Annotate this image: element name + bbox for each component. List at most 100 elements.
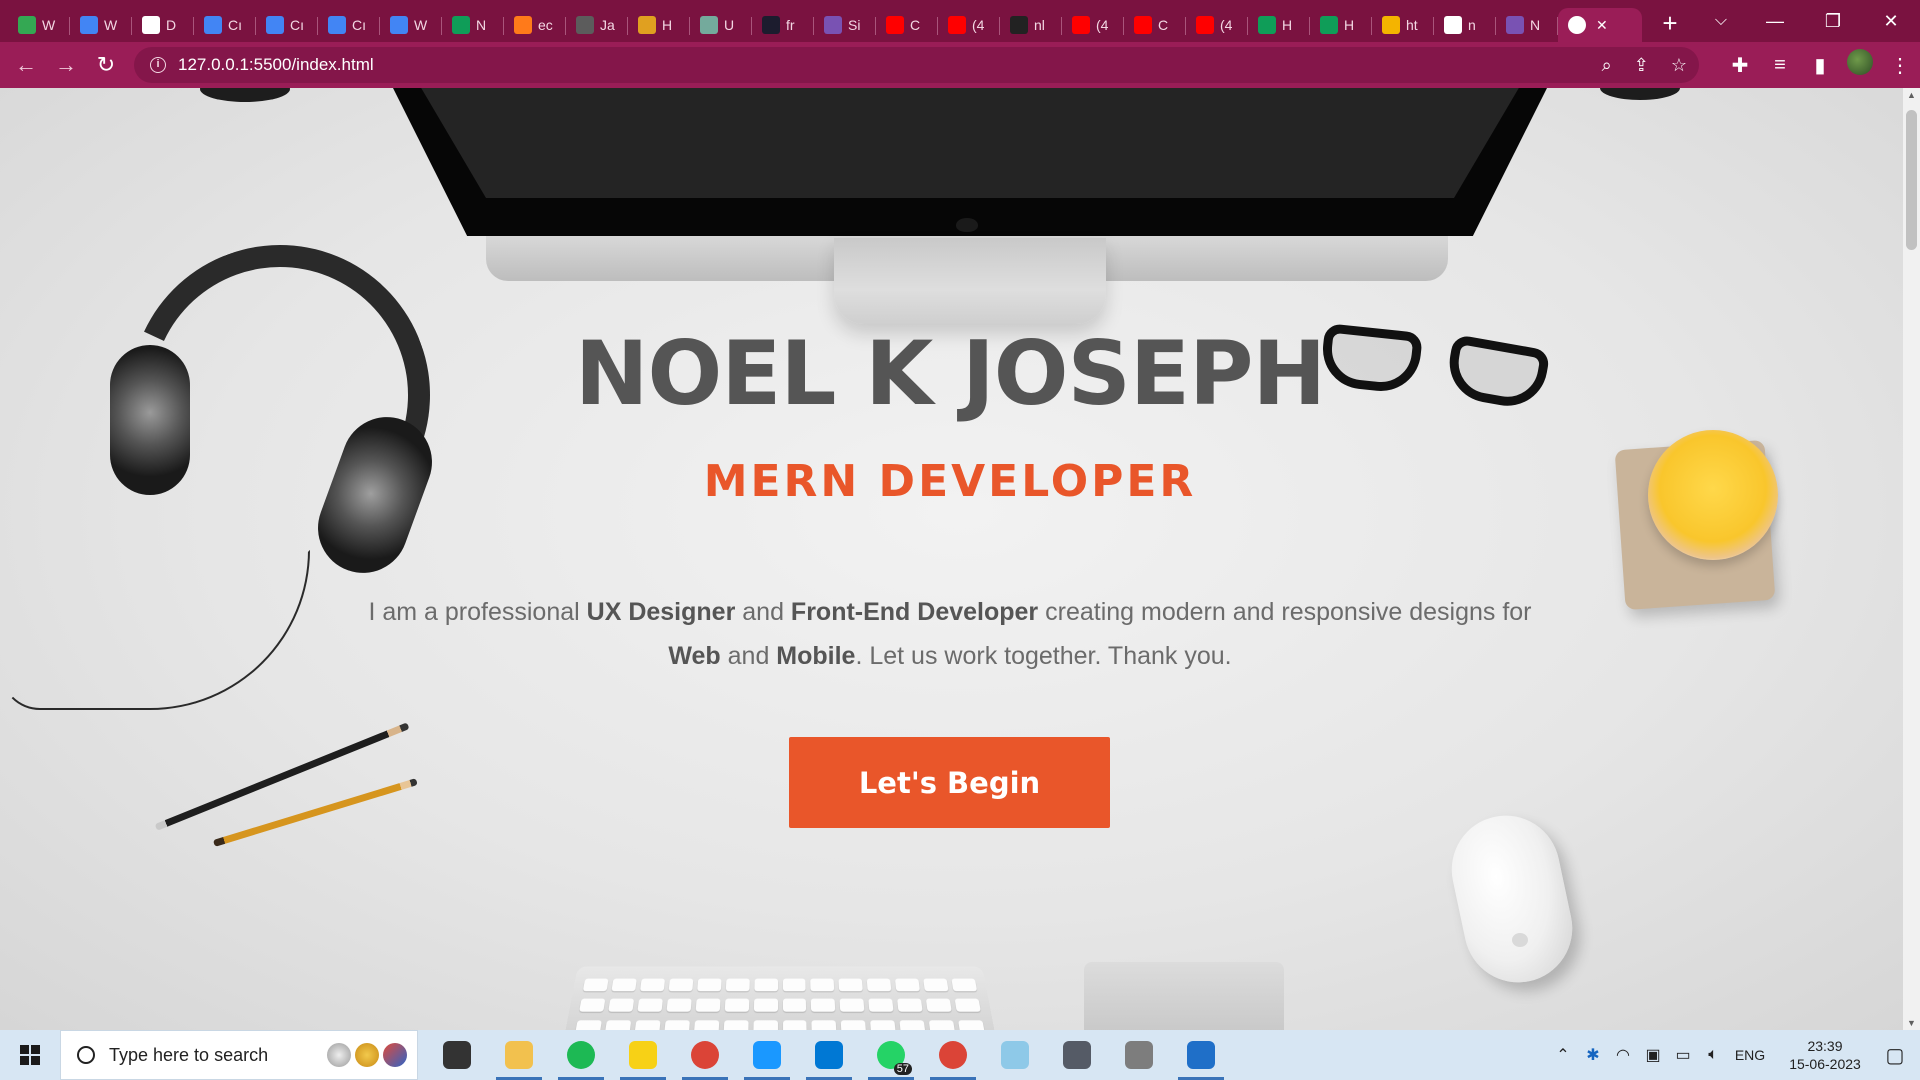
restore-icon[interactable]: ❐: [1804, 11, 1862, 32]
hero-desc-text: and: [720, 642, 777, 670]
tab-active[interactable]: ✕: [1558, 8, 1642, 42]
clock-time: 23:39: [1807, 1038, 1843, 1054]
browser-tab[interactable]: Cı: [318, 8, 380, 42]
keyboard-key: [868, 998, 894, 1013]
minimize-icon[interactable]: —: [1746, 11, 1804, 32]
taskbar-app[interactable]: [1046, 1030, 1108, 1080]
tab-title: fr: [786, 17, 795, 33]
tab-search-icon[interactable]: ⌵: [1696, 12, 1746, 30]
browser-tab[interactable]: C: [876, 8, 938, 42]
browser-tab[interactable]: fr: [752, 8, 814, 42]
browser-tab[interactable]: (4: [1186, 8, 1248, 42]
browser-tab[interactable]: nl: [1000, 8, 1062, 42]
browser-tab[interactable]: D: [132, 8, 194, 42]
taskbar-app[interactable]: [1170, 1030, 1232, 1080]
voice-recorder-icon: [1125, 1041, 1153, 1069]
reload-icon[interactable]: ↻: [86, 52, 126, 78]
search-placeholder[interactable]: Type here to search: [109, 1045, 268, 1066]
browser-tab[interactable]: W: [8, 8, 70, 42]
tab-title: ht: [1406, 17, 1418, 33]
clock[interactable]: 23:39 15-06-2023: [1780, 1037, 1870, 1073]
hero-desc-ux: UX Designer: [586, 598, 736, 626]
tab-title: Cı: [228, 17, 242, 33]
taskbar-app[interactable]: [612, 1030, 674, 1080]
taskbar-app[interactable]: [488, 1030, 550, 1080]
browser-tab[interactable]: W: [380, 8, 442, 42]
scroll-down-icon[interactable]: ▼: [1903, 1018, 1920, 1028]
url-text[interactable]: 127.0.0.1:5500/index.html: [178, 55, 374, 75]
keyboard-key: [693, 1019, 719, 1030]
share-icon[interactable]: ⇪: [1634, 55, 1649, 76]
browser-tab[interactable]: Cı: [256, 8, 318, 42]
unread-badge: 57: [893, 1063, 912, 1075]
menu-icon[interactable]: ⋮: [1880, 53, 1920, 78]
side-panel-icon[interactable]: ▮: [1800, 53, 1840, 78]
browser-tab[interactable]: H: [1310, 8, 1372, 42]
browser-tab[interactable]: Si: [814, 8, 876, 42]
bookmark-star-icon[interactable]: ☆: [1671, 55, 1687, 76]
page-scrollbar[interactable]: ▲ ▼: [1903, 88, 1920, 1030]
browser-tab[interactable]: W: [70, 8, 132, 42]
media-control-icon[interactable]: ≡: [1760, 54, 1800, 77]
new-tab-button[interactable]: +: [1650, 8, 1690, 39]
address-bar[interactable]: i 127.0.0.1:5500/index.html ⌕ ⇪ ☆: [134, 47, 1699, 83]
lambda-icon: [762, 16, 780, 34]
browser-tab[interactable]: (4: [1062, 8, 1124, 42]
close-window-icon[interactable]: ✕: [1862, 11, 1920, 32]
lets-begin-button[interactable]: Let's Begin: [789, 737, 1110, 828]
browser-tab[interactable]: ec: [504, 8, 566, 42]
browser-tab[interactable]: N: [1496, 8, 1558, 42]
volume-icon[interactable]: 🔈︎: [1698, 1046, 1728, 1064]
browser-tab[interactable]: N: [442, 8, 504, 42]
taskbar-app[interactable]: [984, 1030, 1046, 1080]
browser-tab[interactable]: n: [1434, 8, 1496, 42]
bolt-icon: [638, 16, 656, 34]
keyboard-key: [753, 978, 778, 992]
language-indicator[interactable]: ENG: [1728, 1047, 1772, 1063]
bootstrap-icon: [1506, 16, 1524, 34]
taskbar-app[interactable]: 57: [860, 1030, 922, 1080]
tab-title: Cı: [290, 17, 304, 33]
browser-tab[interactable]: H: [1248, 8, 1310, 42]
keyboard-key: [664, 1019, 690, 1030]
browser-tab[interactable]: (4: [938, 8, 1000, 42]
scroll-up-icon[interactable]: ▲: [1903, 90, 1920, 100]
site-info-icon[interactable]: i: [150, 57, 166, 73]
notification-center-icon[interactable]: ▢: [1870, 1043, 1920, 1068]
taskbar-app[interactable]: [550, 1030, 612, 1080]
bluetooth-icon[interactable]: ✱: [1578, 1045, 1608, 1065]
start-button[interactable]: [0, 1030, 60, 1080]
battery-icon[interactable]: ▭: [1668, 1045, 1698, 1065]
back-icon[interactable]: ←: [6, 52, 46, 78]
taskbar-app[interactable]: [736, 1030, 798, 1080]
taskbar-search[interactable]: Type here to search: [60, 1030, 418, 1080]
extensions-icon[interactable]: ✚: [1720, 53, 1760, 78]
display-icon[interactable]: ▣: [1638, 1045, 1668, 1065]
keyboard-image: [561, 966, 999, 1030]
wifi-icon[interactable]: ◠: [1608, 1045, 1638, 1065]
taskbar-app[interactable]: [922, 1030, 984, 1080]
tab-title: (4: [1096, 17, 1109, 33]
browser-tab[interactable]: H: [628, 8, 690, 42]
taskbar-app[interactable]: [674, 1030, 736, 1080]
browser-tab[interactable]: U: [690, 8, 752, 42]
corner-device-right: [1600, 88, 1680, 100]
close-tab-icon[interactable]: ✕: [1596, 17, 1608, 34]
show-hidden-icons-icon[interactable]: ⌃: [1548, 1045, 1578, 1065]
taskbar-app[interactable]: [426, 1030, 488, 1080]
browser-tab[interactable]: C: [1124, 8, 1186, 42]
keyboard-key: [866, 978, 892, 992]
zoom-icon[interactable]: ⌕: [1602, 55, 1612, 76]
window-controls: ⌵ — ❐ ✕: [1696, 0, 1920, 42]
browser-tab[interactable]: Ja: [566, 8, 628, 42]
hero-desc-mobile: Mobile: [776, 642, 856, 670]
browser-tab[interactable]: ht: [1372, 8, 1434, 42]
scrollbar-thumb[interactable]: [1906, 110, 1917, 250]
browser-tab[interactable]: Cı: [194, 8, 256, 42]
taskbar-app[interactable]: [1108, 1030, 1170, 1080]
forward-icon[interactable]: →: [46, 52, 86, 78]
taskbar-app[interactable]: [798, 1030, 860, 1080]
profile-avatar[interactable]: [1840, 49, 1880, 81]
google-sheets-icon: [1258, 16, 1276, 34]
keyboard-key: [811, 1019, 837, 1030]
